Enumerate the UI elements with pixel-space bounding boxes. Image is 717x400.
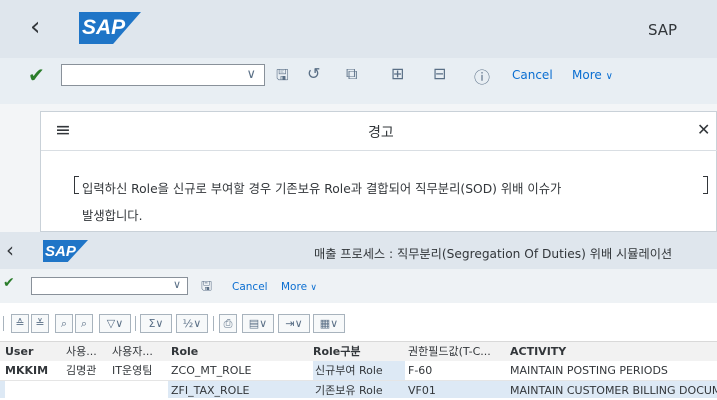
sort-descending-icon[interactable]: ≚ — [31, 314, 49, 333]
toolbar-separator — [213, 316, 214, 331]
column-header-role-type[interactable]: Role구분 — [313, 342, 399, 361]
cancel-button[interactable]: Cancel — [232, 281, 268, 293]
menu-icon[interactable]: ≡ — [55, 119, 71, 141]
layout-icon[interactable]: ▦∨ — [313, 314, 345, 333]
dialog-title: 경고 — [368, 125, 394, 141]
dialog-message-line2: 발생합니다. — [82, 209, 143, 223]
cell-user-name: 김명관 — [66, 364, 97, 377]
cell-role-type: 기존보유 Role — [315, 384, 383, 397]
cell-activity: MAINTAIN POSTING PERIODS — [510, 364, 668, 377]
cell-user: MKKIM — [5, 364, 49, 377]
more-label: More — [572, 68, 602, 82]
filter-icon[interactable]: ▽∨ — [99, 314, 131, 333]
cell-department: IT운영팀 — [112, 364, 153, 377]
chevron-down-icon: ∨ — [310, 283, 317, 293]
sum-icon[interactable]: Σ∨ — [140, 314, 172, 333]
save-icon[interactable]: 🖫 — [276, 65, 289, 90]
column-header-auth-value[interactable]: 권한필드값(T-C... — [408, 342, 499, 361]
sap-logo-text: SAP — [82, 16, 126, 39]
collapse-icon[interactable]: ⊟ — [433, 64, 446, 83]
command-field[interactable]: ∨ — [31, 277, 188, 295]
column-header-role[interactable]: Role — [171, 342, 301, 361]
check-icon[interactable]: ✔ — [28, 63, 45, 87]
cell-department — [110, 381, 168, 400]
export-icon[interactable]: ⇥∨ — [278, 314, 310, 333]
info-icon[interactable]: ⓘ — [474, 64, 490, 88]
column-header-department[interactable]: 사용자... — [112, 342, 164, 361]
table-row[interactable]: ZFI_TAX_ROLE 기존보유 Role VF01 MAINTAIN CUS… — [0, 381, 717, 400]
cell-role: ZFI_TAX_ROLE — [171, 384, 250, 397]
print-icon[interactable]: ⎙ — [219, 314, 237, 333]
column-header-activity[interactable]: ACTIVITY — [510, 342, 717, 361]
cell-role-type: 신규부여 Role — [313, 361, 405, 380]
column-header-user[interactable]: User — [5, 342, 60, 361]
more-button[interactable]: More ∨ — [572, 68, 613, 82]
toolbar-separator — [135, 316, 136, 331]
column-header-user-name[interactable]: 사용... — [66, 342, 110, 361]
expand-icon[interactable]: ⊞ — [391, 64, 404, 83]
subtotal-icon[interactable]: ½∨ — [176, 314, 208, 333]
cell-auth-value: F-60 — [408, 364, 433, 377]
find-icon[interactable]: ⌕ — [55, 314, 73, 333]
more-label: More — [281, 281, 308, 293]
back-icon[interactable]: ‹ — [30, 14, 40, 40]
sort-ascending-icon[interactable]: ≙ — [11, 314, 29, 333]
cell-activity: MAINTAIN CUSTOMER BILLING DOCUMENT — [510, 384, 717, 397]
table-row[interactable]: MKKIM 김명관 IT운영팀 ZCO_MT_ROLE 신규부여 Role F-… — [0, 361, 717, 381]
toolbar-separator — [3, 316, 4, 331]
save-icon[interactable]: 🖫 — [201, 277, 212, 299]
dialog-message-line1: 입력하신 Role을 신규로 부여할 경우 기존보유 Role과 결합되어 직무… — [82, 182, 562, 196]
history-icon[interactable]: ↺ — [307, 64, 320, 83]
cell-user-name — [60, 381, 110, 400]
grid-header-row: User 사용... 사용자... Role Role구분 권한필드값(T-C.… — [0, 341, 717, 362]
more-button[interactable]: More ∨ — [281, 281, 317, 293]
cell-user — [5, 381, 60, 400]
cancel-button[interactable]: Cancel — [512, 68, 553, 82]
find-next-icon[interactable]: ⌕ — [75, 314, 93, 333]
copy-icon[interactable]: ⧉ — [346, 64, 357, 84]
shell-title: SAP — [648, 21, 678, 39]
chevron-down-icon: ∨ — [605, 71, 613, 82]
check-icon[interactable]: ✔ — [3, 275, 15, 291]
cell-auth-value: VF01 — [408, 384, 436, 397]
sap-logo-text: SAP — [45, 242, 76, 260]
close-icon[interactable]: ✕ — [697, 120, 710, 139]
chevron-down-icon[interactable]: ∨ — [246, 67, 256, 82]
back-icon[interactable]: ‹ — [6, 238, 14, 262]
command-field[interactable]: ∨ — [61, 64, 265, 86]
message-bracket-right — [703, 176, 708, 194]
inner-shell-title: 매출 프로세스 : 직무분리(Segregation Of Duties) 위배… — [314, 247, 673, 261]
warning-dialog: ≡ 경고 ✕ 입력하신 Role을 신규로 부여할 경우 기존보유 Role과 … — [40, 111, 717, 232]
cell-role: ZCO_MT_ROLE — [171, 364, 252, 377]
message-bracket-left — [74, 176, 79, 194]
view-icon[interactable]: ▤∨ — [242, 314, 274, 333]
chevron-down-icon[interactable]: ∨ — [173, 278, 181, 291]
